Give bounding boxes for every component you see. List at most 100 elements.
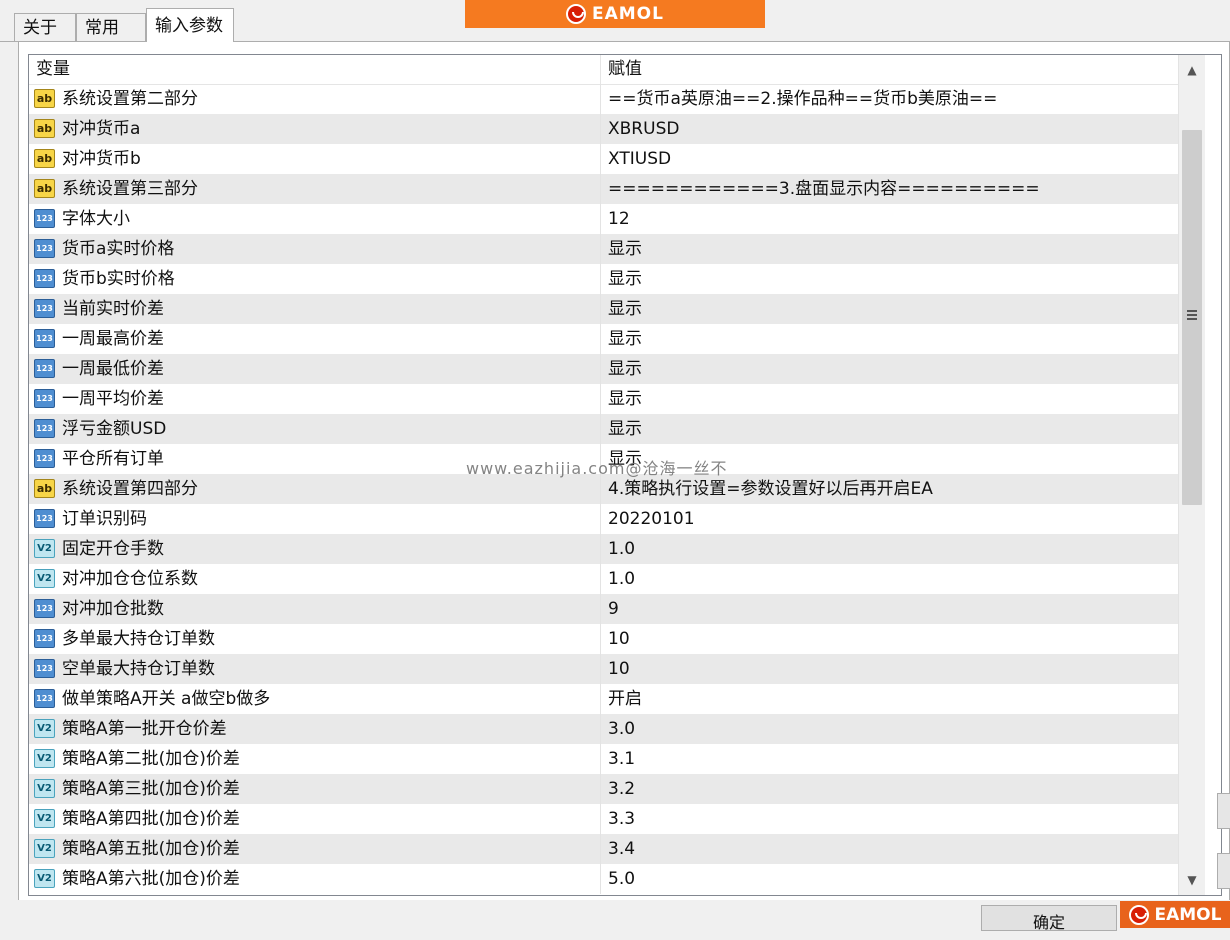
param-value-cell[interactable]: 显示	[601, 324, 1178, 354]
table-row[interactable]: ab 对冲货币a XBRUSD	[29, 114, 1178, 144]
param-name: 货币a实时价格	[62, 239, 175, 259]
param-value-cell[interactable]: 显示	[601, 264, 1178, 294]
param-value-cell[interactable]: 1.0	[601, 534, 1178, 564]
table-row[interactable]: ab 系统设置第二部分 ==货币a英原油==2.操作品种==货币b美原油==	[29, 84, 1178, 114]
param-value-cell[interactable]: 10	[601, 624, 1178, 654]
column-header-variable[interactable]: 变量	[29, 55, 601, 84]
table-row[interactable]: V2 策略A第五批(加仓)价差 3.4	[29, 834, 1178, 864]
integer-type-icon: 123	[34, 689, 55, 708]
param-name: 空单最大持仓订单数	[62, 659, 215, 679]
param-value-cell[interactable]: 20220101	[601, 504, 1178, 534]
table-row[interactable]: 123 浮亏金额USD 显示	[29, 414, 1178, 444]
param-value-cell[interactable]: 显示	[601, 234, 1178, 264]
param-name-cell: 123 做单策略A开关 a做空b做多	[29, 684, 601, 714]
integer-type-icon: 123	[34, 449, 55, 468]
param-value-cell[interactable]: 3.0	[601, 714, 1178, 744]
tab-common[interactable]: 常用	[76, 13, 146, 41]
brand-name: EAMOL	[1154, 904, 1222, 925]
param-value-cell[interactable]: 显示	[601, 354, 1178, 384]
side-button-2[interactable]	[1217, 853, 1230, 889]
param-name-cell: 123 一周平均价差	[29, 384, 601, 414]
table-row[interactable]: 123 空单最大持仓订单数 10	[29, 654, 1178, 684]
table-row[interactable]: V2 固定开仓手数 1.0	[29, 534, 1178, 564]
param-value-cell[interactable]: 1.0	[601, 564, 1178, 594]
table-row[interactable]: 123 货币b实时价格 显示	[29, 264, 1178, 294]
integer-type-icon: 123	[34, 629, 55, 648]
string-type-icon: ab	[34, 179, 55, 198]
param-name: 对冲货币b	[62, 149, 141, 169]
param-value-cell[interactable]: XBRUSD	[601, 114, 1178, 144]
table-row[interactable]: V2 策略A第三批(加仓)价差 3.2	[29, 774, 1178, 804]
integer-type-icon: 123	[34, 599, 55, 618]
scrollbar-thumb[interactable]	[1182, 130, 1202, 505]
table-row[interactable]: 123 货币a实时价格 显示	[29, 234, 1178, 264]
table-row[interactable]: V2 对冲加仓仓位系数 1.0	[29, 564, 1178, 594]
param-value-cell[interactable]: XTIUSD	[601, 144, 1178, 174]
param-name: 货币b实时价格	[62, 269, 175, 289]
param-name-cell: ab 对冲货币b	[29, 144, 601, 174]
table-row[interactable]: 123 一周最低价差 显示	[29, 354, 1178, 384]
vertical-scrollbar[interactable]: ▲ ▼	[1178, 55, 1205, 895]
ok-button[interactable]: 确定	[981, 905, 1117, 932]
table-row[interactable]: 123 对冲加仓批数 9	[29, 594, 1178, 624]
tab-input-params[interactable]: 输入参数	[146, 8, 234, 42]
table-row[interactable]: ab 对冲货币b XTIUSD	[29, 144, 1178, 174]
table-row[interactable]: ab 系统设置第四部分 4.策略执行设置=参数设置好以后再开启EA	[29, 474, 1178, 504]
param-name-cell: V2 策略A第四批(加仓)价差	[29, 804, 601, 834]
table-row[interactable]: 123 一周最高价差 显示	[29, 324, 1178, 354]
scroll-up-icon[interactable]: ▲	[1179, 57, 1205, 83]
table-row[interactable]: V2 策略A第二批(加仓)价差 3.1	[29, 744, 1178, 774]
table-row[interactable]: 123 多单最大持仓订单数 10	[29, 624, 1178, 654]
param-value-cell[interactable]: 3.2	[601, 774, 1178, 804]
table-row[interactable]: V2 策略A第四批(加仓)价差 3.3	[29, 804, 1178, 834]
param-value-cell[interactable]: 4.策略执行设置=参数设置好以后再开启EA	[601, 474, 1178, 504]
integer-type-icon: 123	[34, 389, 55, 408]
table-row[interactable]: 123 做单策略A开关 a做空b做多 开启	[29, 684, 1178, 714]
double-type-icon: V2	[34, 779, 55, 798]
side-button-1[interactable]	[1217, 793, 1230, 829]
table-row[interactable]: V2 策略A第六批(加仓)价差 5.0	[29, 864, 1178, 894]
param-name-cell: 123 多单最大持仓订单数	[29, 624, 601, 654]
double-type-icon: V2	[34, 839, 55, 858]
param-value-cell[interactable]: 10	[601, 654, 1178, 684]
table-row[interactable]: 123 平仓所有订单 显示	[29, 444, 1178, 474]
param-value-cell[interactable]: 5.0	[601, 864, 1178, 894]
param-value-cell[interactable]: ==货币a英原油==2.操作品种==货币b美原油==	[601, 84, 1178, 114]
scroll-down-icon[interactable]: ▼	[1179, 867, 1205, 893]
brand-logo-bottom: EAMOL	[1120, 901, 1230, 928]
param-value-cell[interactable]: 3.1	[601, 744, 1178, 774]
param-value-cell[interactable]: ============3.盘面显示内容==========	[601, 174, 1178, 204]
param-name: 对冲加仓批数	[62, 599, 164, 619]
param-value-cell[interactable]: 显示	[601, 294, 1178, 324]
param-value-cell[interactable]: 12	[601, 204, 1178, 234]
param-name-cell: 123 浮亏金额USD	[29, 414, 601, 444]
param-value-cell[interactable]: 显示	[601, 384, 1178, 414]
param-name: 浮亏金额USD	[62, 419, 167, 439]
grip-icon	[1187, 310, 1197, 320]
param-name-cell: V2 固定开仓手数	[29, 534, 601, 564]
param-name-cell: 123 一周最高价差	[29, 324, 601, 354]
column-header-value[interactable]: 赋值	[601, 55, 1178, 84]
param-name: 多单最大持仓订单数	[62, 629, 215, 649]
param-value-cell[interactable]: 3.3	[601, 804, 1178, 834]
table-row[interactable]: ab 系统设置第三部分 ============3.盘面显示内容==========	[29, 174, 1178, 204]
param-name: 固定开仓手数	[62, 539, 164, 559]
brand-name: EAMOL	[592, 4, 664, 24]
table-row[interactable]: 123 订单识别码 20220101	[29, 504, 1178, 534]
param-name-cell: 123 一周最低价差	[29, 354, 601, 384]
tab-about[interactable]: 关于	[14, 13, 76, 41]
param-value-cell[interactable]: 显示	[601, 444, 1178, 474]
param-value-cell[interactable]: 显示	[601, 414, 1178, 444]
table-row[interactable]: V2 策略A第一批开仓价差 3.0	[29, 714, 1178, 744]
param-name: 策略A第四批(加仓)价差	[62, 809, 240, 829]
string-type-icon: ab	[34, 119, 55, 138]
table-row[interactable]: 123 一周平均价差 显示	[29, 384, 1178, 414]
param-value-cell[interactable]: 9	[601, 594, 1178, 624]
param-value-cell[interactable]: 开启	[601, 684, 1178, 714]
table-row[interactable]: 123 当前实时价差 显示	[29, 294, 1178, 324]
param-name-cell: 123 空单最大持仓订单数	[29, 654, 601, 684]
param-value-cell[interactable]: 3.4	[601, 834, 1178, 864]
param-name: 策略A第二批(加仓)价差	[62, 749, 240, 769]
eamol-logo-icon	[1128, 904, 1149, 925]
table-row[interactable]: 123 字体大小 12	[29, 204, 1178, 234]
